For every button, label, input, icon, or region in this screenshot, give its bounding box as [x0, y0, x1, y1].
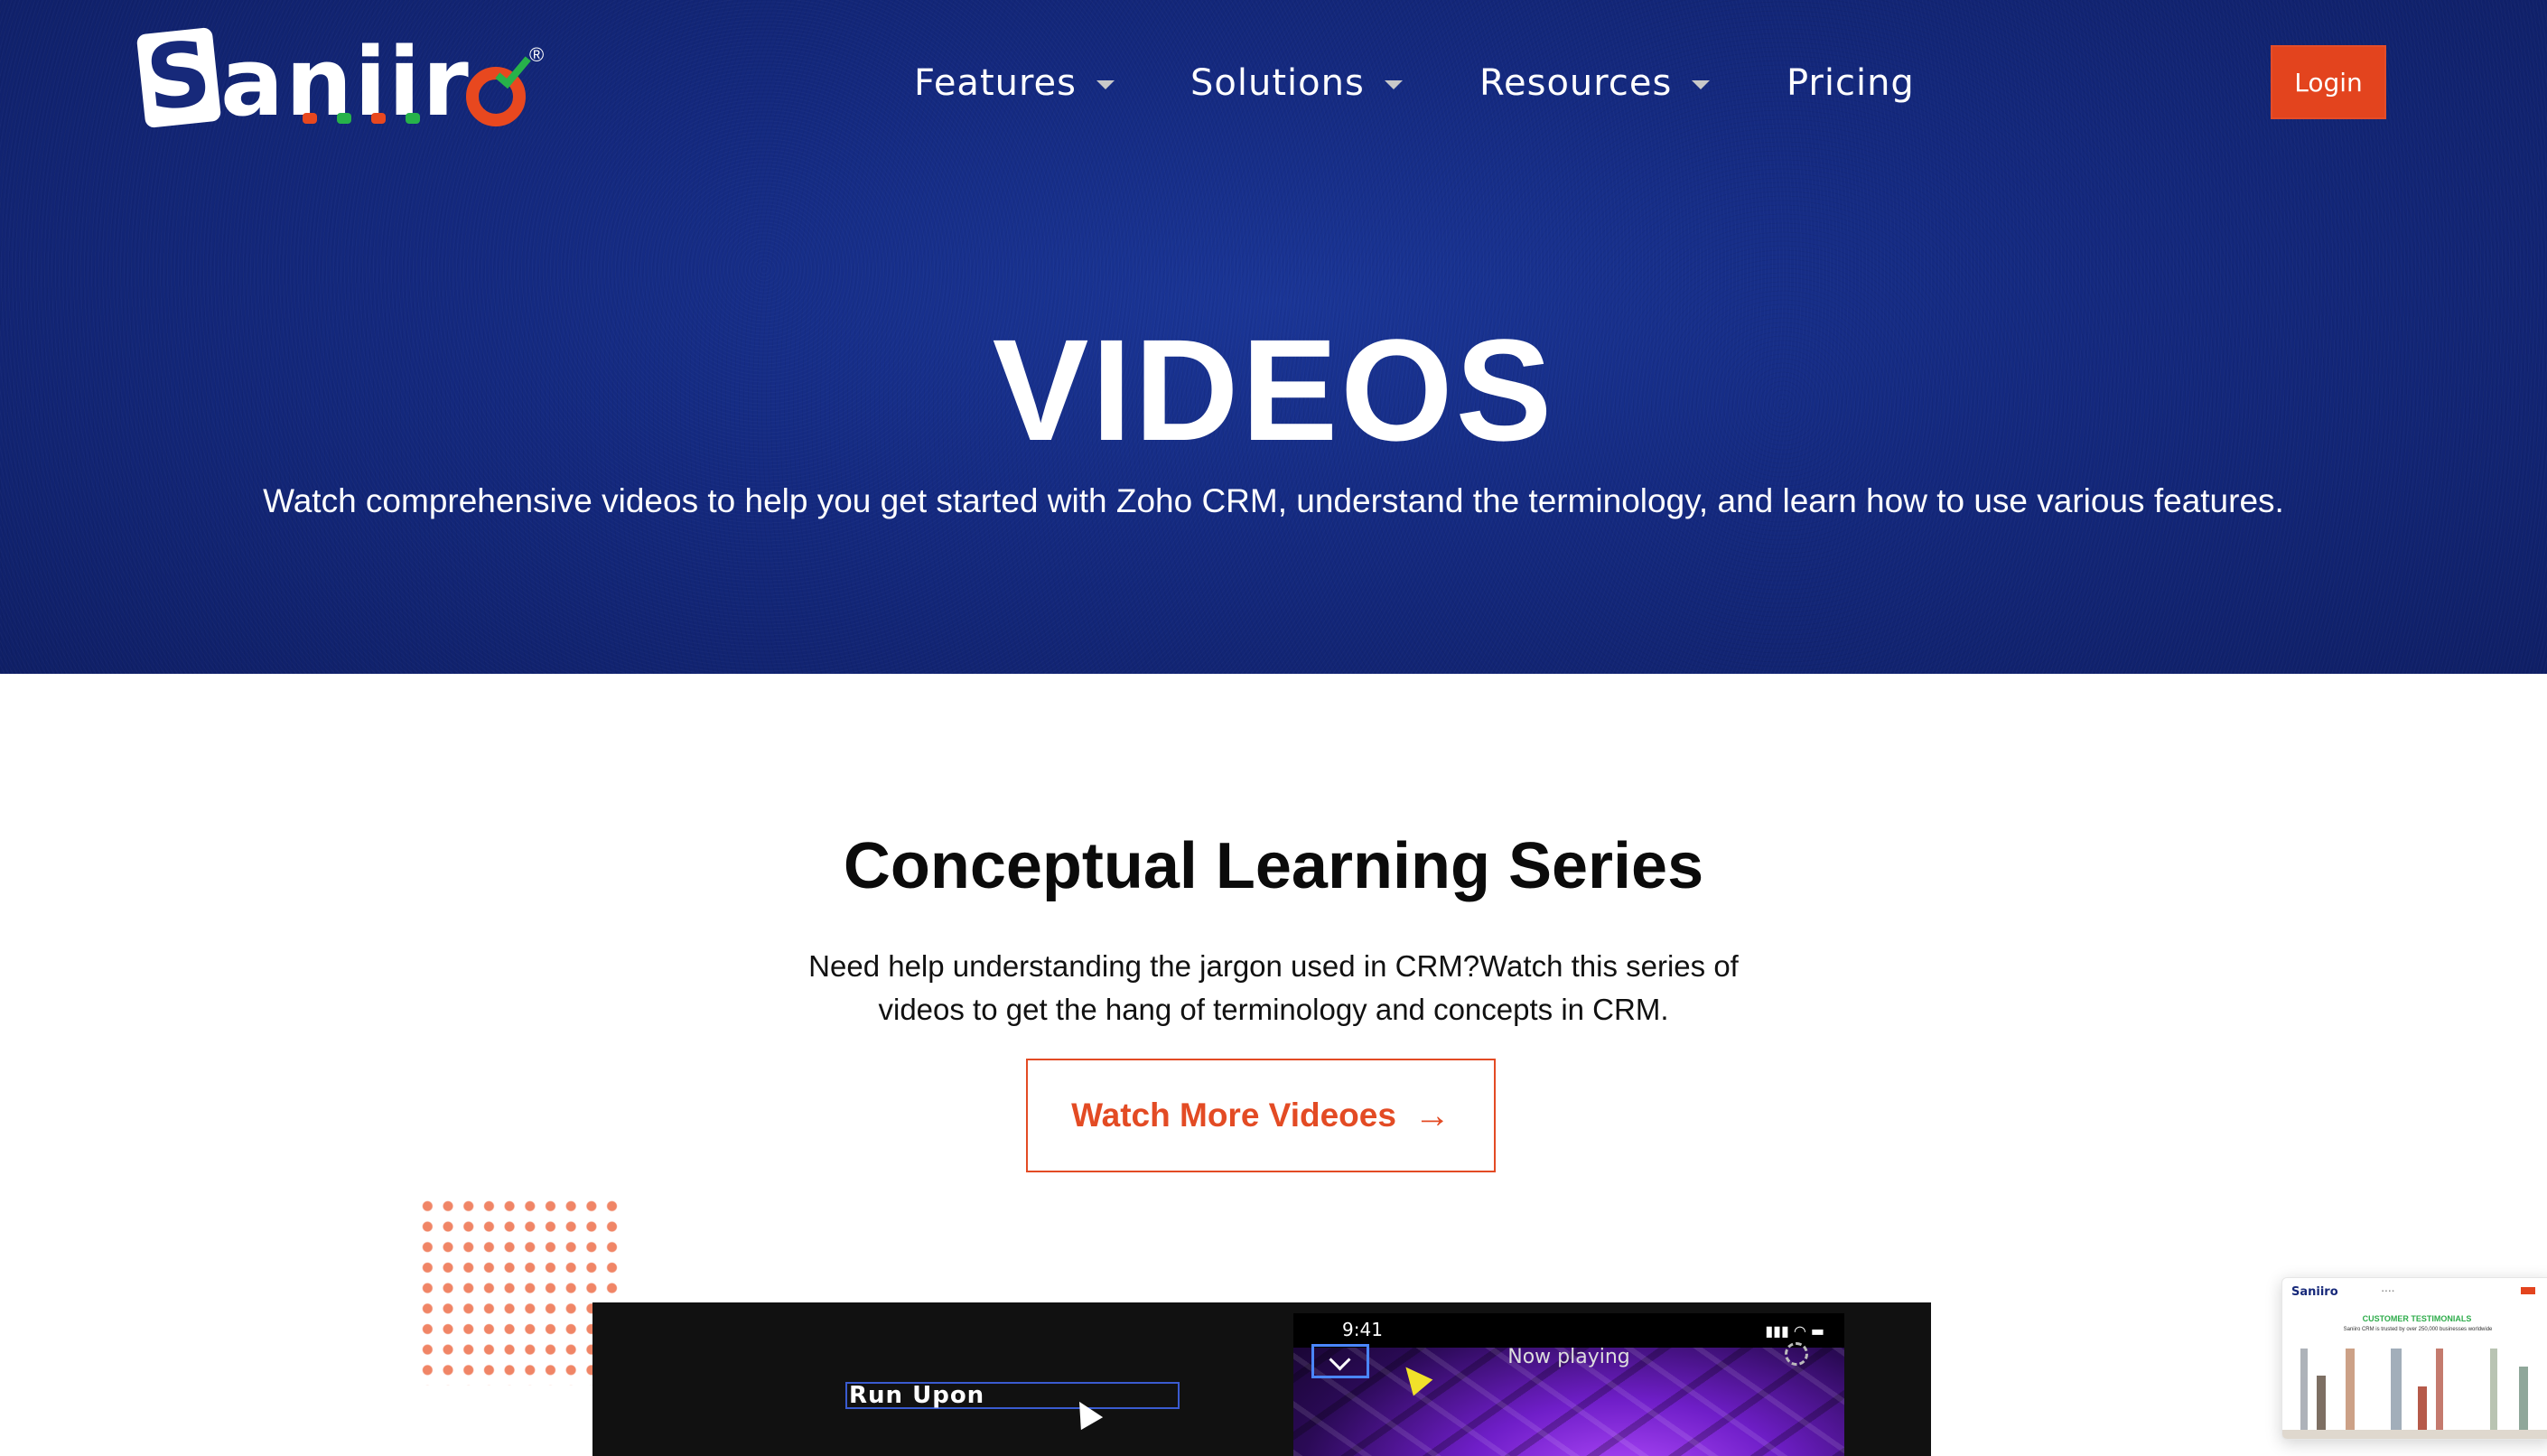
- page-subtitle: Watch comprehensive videos to help you g…: [263, 482, 2284, 519]
- gear-icon: [1785, 1342, 1808, 1366]
- mini-login-button: [2521, 1287, 2535, 1294]
- nav-item-label: Features: [914, 62, 1077, 104]
- signal-battery-icon: ▮▮▮ ◠ ▬: [1765, 1322, 1824, 1339]
- bridge-illustration: [2418, 1386, 2427, 1430]
- page-title: VIDEOS: [992, 309, 1555, 471]
- nav-item-resources[interactable]: Resources: [1479, 58, 1711, 108]
- caret-down-icon: [1692, 80, 1711, 89]
- phone-screen: 9:41 ▮▮▮ ◠ ▬ Now playing: [1293, 1313, 1844, 1456]
- nav-item-label: Solutions: [1190, 62, 1365, 104]
- statue-illustration: [2519, 1367, 2528, 1430]
- video-text-input: Run Upon: [845, 1382, 1180, 1409]
- testimonial-preview-card[interactable]: Saniiro ▪ ▪ ▪ ▪ CUSTOMER TESTIMONIALS Sa…: [2281, 1277, 2547, 1440]
- arrow-right-icon: →: [1413, 1095, 1451, 1135]
- chevron-down-icon: [1311, 1344, 1369, 1378]
- hero-banner: S aniir ® Features Solutions Resources P…: [0, 0, 2547, 674]
- watch-more-videos-button[interactable]: Watch More Videoes →: [1026, 1059, 1496, 1172]
- logo-color-dots: [303, 112, 440, 128]
- video-thumbnail[interactable]: Run Upon 9:41 ▮▮▮ ◠ ▬ Now playing: [592, 1302, 1931, 1456]
- nav-item-features[interactable]: Features: [914, 58, 1115, 108]
- caret-down-icon: [1384, 80, 1403, 89]
- nav-item-label: Resources: [1479, 62, 1673, 104]
- watch-more-label: Watch More Videoes: [1071, 1097, 1396, 1134]
- mini-nav: ▪ ▪ ▪ ▪: [2382, 1289, 2394, 1294]
- now-playing-label: Now playing: [1507, 1346, 1630, 1368]
- tower-illustration: [2317, 1376, 2326, 1430]
- nav-item-pricing[interactable]: Pricing: [1787, 58, 1915, 108]
- nav-item-solutions[interactable]: Solutions: [1190, 58, 1403, 108]
- phone-time: 9:41: [1342, 1319, 1383, 1340]
- main-nav: Features Solutions Resources Pricing: [0, 58, 2547, 108]
- mini-heading: CUSTOMER TESTIMONIALS: [2362, 1314, 2472, 1323]
- section-title: Conceptual Learning Series: [843, 830, 1704, 902]
- mini-logo: Saniiro: [2291, 1285, 2338, 1299]
- caret-down-icon: [1096, 80, 1115, 89]
- section-description: Need help understanding the jargon used …: [808, 949, 1739, 1026]
- login-button[interactable]: Login: [2271, 45, 2386, 119]
- nav-item-label: Pricing: [1787, 62, 1915, 104]
- mini-text: Saniiro CRM is trusted by over 250,000 b…: [2343, 1327, 2493, 1332]
